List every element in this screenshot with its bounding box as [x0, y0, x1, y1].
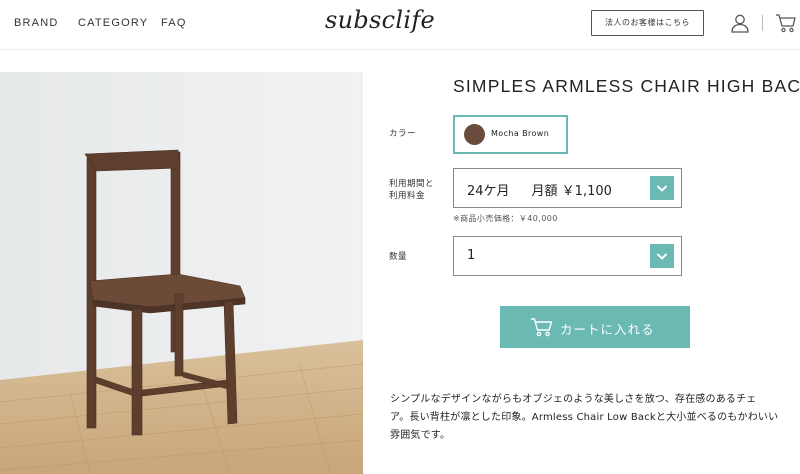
- add-to-cart-button[interactable]: カートに入れる: [500, 306, 690, 348]
- period-label-line-1: 利用期間と: [389, 179, 435, 189]
- description-line: ア。長い背柱が凛とした印象。Armless Chair Low Backと大小並…: [390, 412, 779, 423]
- period-label: 利用期間と 利用料金: [389, 178, 434, 202]
- product-photo: [0, 72, 363, 474]
- product-description: シンプルなデザインながらもオブジェのような美しさを放つ、存在感のあるチェ ア。長…: [390, 391, 800, 445]
- chevron-down-icon[interactable]: [650, 176, 674, 200]
- period-select[interactable]: 24ケ月 月額 ￥1,100: [453, 168, 682, 208]
- quantity-select[interactable]: 1: [453, 236, 682, 276]
- quantity-select-value: 1: [467, 248, 476, 263]
- user-icon[interactable]: [730, 13, 750, 33]
- product-title: SIMPLES ARMLESS CHAIR HIGH BACK: [453, 76, 800, 96]
- nav-brand[interactable]: BRAND: [14, 17, 59, 29]
- cart-icon[interactable]: [775, 12, 797, 34]
- armless-chair-photo: [0, 72, 363, 474]
- cart-icon: [531, 318, 553, 337]
- retail-price-note: ※商品小売価格：￥40,000: [453, 214, 558, 223]
- color-swatch-dot: [464, 124, 485, 145]
- period-label-line-2: 利用料金: [389, 191, 426, 201]
- nav-category[interactable]: CATEGORY: [78, 17, 148, 29]
- description-line: 雰囲気です。: [390, 430, 451, 441]
- site-header: BRAND CATEGORY FAQ subsclife 法人のお客様はこちら: [0, 0, 800, 50]
- description-line: シンプルなデザインながらもオブジェのような美しさを放つ、存在感のあるチェ: [390, 394, 757, 405]
- color-swatch-label: Mocha Brown: [491, 129, 550, 138]
- chevron-down-icon[interactable]: [650, 244, 674, 268]
- quantity-label: 数量: [389, 252, 408, 262]
- period-price: 月額 ￥1,100: [531, 184, 612, 199]
- period-term: 24ケ月: [467, 184, 510, 199]
- add-to-cart-label: カートに入れる: [560, 322, 655, 337]
- header-divider: [762, 15, 763, 31]
- nav-faq[interactable]: FAQ: [161, 17, 187, 29]
- corporate-customers-button[interactable]: 法人のお客様はこちら: [591, 10, 704, 36]
- period-select-value: 24ケ月 月額 ￥1,100: [467, 180, 612, 199]
- site-logo[interactable]: subsclife: [325, 6, 435, 34]
- color-label: カラー: [389, 129, 417, 139]
- color-option-selected[interactable]: Mocha Brown: [453, 115, 568, 154]
